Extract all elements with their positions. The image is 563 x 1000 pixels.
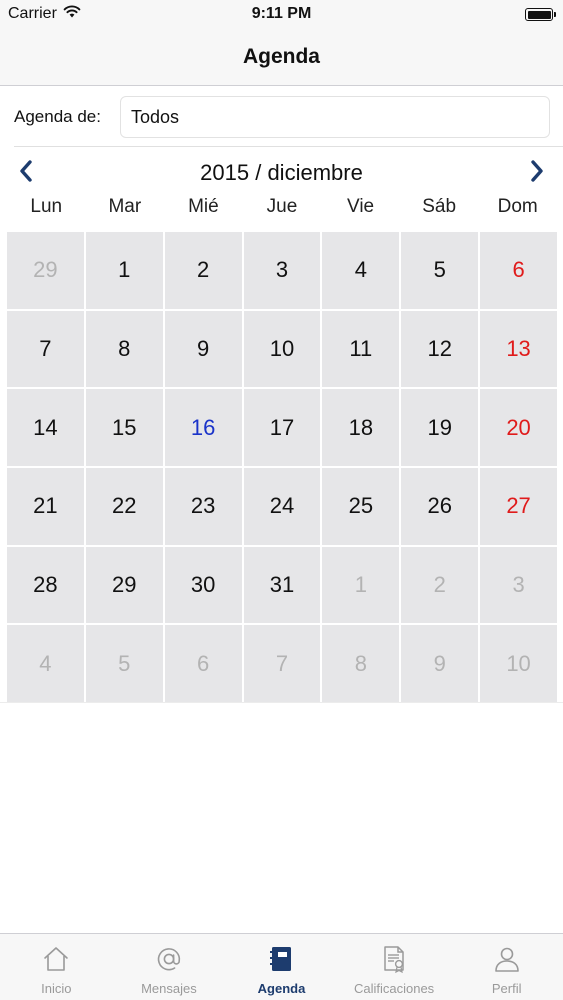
calendar-day[interactable]: 22 — [85, 467, 163, 545]
battery-icon — [525, 8, 556, 21]
calendar-day-other-month[interactable]: 29 — [7, 232, 84, 309]
tab-label: Calificaciones — [353, 981, 435, 996]
tab-bar: Inicio Mensajes Agenda Calificaciones Pe… — [0, 933, 563, 1000]
page-title: Agenda — [242, 45, 320, 68]
calendar-day-sunday[interactable]: 6 — [480, 232, 557, 309]
tab-label: Agenda — [257, 981, 306, 996]
weekday-label: Mar — [108, 196, 142, 217]
calendar-day[interactable]: 3 — [243, 232, 321, 309]
calendar-day[interactable]: 9 — [164, 310, 242, 388]
calendar-day-other-month[interactable]: 8 — [322, 625, 400, 702]
calendar-day-other-month[interactable]: 7 — [243, 625, 321, 702]
calendar-day-sunday[interactable]: 20 — [480, 389, 557, 466]
calendar-day-sunday[interactable]: 13 — [480, 310, 557, 388]
calendar-day[interactable]: 4 — [322, 232, 400, 309]
tab-label: Mensajes — [141, 981, 197, 996]
calendar-day-other-month[interactable]: 5 — [85, 625, 163, 702]
calendar-day[interactable]: 14 — [7, 389, 84, 466]
at-icon — [153, 943, 185, 975]
calendar-grid: 29 1 2 3 4 5 6 7 8 9 10 11 12 13 14 15 1… — [7, 232, 557, 702]
calendar-day[interactable]: 31 — [243, 546, 321, 624]
divider — [14, 146, 563, 147]
weekday-label: Dom — [497, 196, 538, 217]
tab-inicio[interactable]: Inicio — [0, 934, 113, 1000]
status-time: 9:11 PM — [251, 5, 312, 22]
calendar-day[interactable]: 25 — [322, 467, 400, 545]
weekday-label: Vie — [347, 196, 375, 217]
calendar-day[interactable]: 24 — [243, 467, 321, 545]
calendar-day[interactable]: 23 — [164, 467, 242, 545]
calendar-day-today[interactable]: 16 — [164, 389, 242, 466]
calendar-day[interactable]: 2 — [164, 232, 242, 309]
calendar-day-other-month[interactable]: 6 — [164, 625, 242, 702]
weekday-label: Jue — [266, 196, 298, 217]
calendar-day[interactable]: 1 — [85, 232, 163, 309]
calendar-day[interactable]: 5 — [401, 232, 479, 309]
calendar-day[interactable]: 28 — [7, 546, 84, 624]
status-bar: Carrier 9:11 PM — [0, 0, 563, 30]
certificate-icon — [378, 943, 410, 975]
month-header: 2015 / diciembre — [0, 152, 563, 192]
calendar-day[interactable]: 12 — [401, 310, 479, 388]
calendar-day[interactable]: 26 — [401, 467, 479, 545]
calendar-day[interactable]: 10 — [243, 310, 321, 388]
tab-label: Perfil — [491, 981, 522, 996]
tab-agenda[interactable]: Agenda — [225, 934, 338, 1000]
agenda-filter-label: Agenda de: — [14, 107, 101, 126]
tab-label: Inicio — [41, 981, 72, 996]
calendar-day[interactable]: 7 — [7, 310, 84, 388]
next-month-button[interactable] — [519, 156, 555, 190]
calendar-day[interactable]: 19 — [401, 389, 479, 466]
calendar-day[interactable]: 18 — [322, 389, 400, 466]
divider — [0, 702, 563, 703]
calendar-day[interactable]: 8 — [85, 310, 163, 388]
calendar-day[interactable]: 15 — [85, 389, 163, 466]
weekday-label: Mié — [188, 196, 219, 217]
calendar-day-other-month[interactable]: 2 — [401, 546, 479, 624]
calendar-day[interactable]: 21 — [7, 467, 84, 545]
calendar-day-other-month[interactable]: 4 — [7, 625, 84, 702]
calendar-day-other-month[interactable]: 10 — [480, 625, 557, 702]
calendar-day[interactable]: 11 — [322, 310, 400, 388]
agenda-filter: Agenda de: — [0, 96, 563, 138]
weekday-label: Lun — [30, 196, 63, 217]
calendar-day[interactable]: 30 — [164, 546, 242, 624]
home-icon — [40, 943, 72, 975]
calendar-day[interactable]: 29 — [85, 546, 163, 624]
user-icon — [491, 943, 523, 975]
tab-mensajes[interactable]: Mensajes — [113, 934, 226, 1000]
agenda-filter-input[interactable] — [120, 96, 550, 138]
navigation-bar: Agenda — [0, 30, 563, 86]
weekday-label: Sáb — [422, 196, 457, 217]
notebook-icon — [265, 943, 297, 975]
chevron-right-icon — [529, 159, 545, 188]
calendar-day-sunday[interactable]: 27 — [480, 467, 557, 545]
calendar-day-other-month[interactable]: 1 — [322, 546, 400, 624]
calendar-day-other-month[interactable]: 9 — [401, 625, 479, 702]
calendar-day[interactable]: 17 — [243, 389, 321, 466]
tab-calificaciones[interactable]: Calificaciones — [338, 934, 451, 1000]
month-title: 2015 / diciembre — [200, 160, 363, 185]
weekday-header: Lun Mar Mié Jue Vie Sáb Dom — [7, 196, 557, 226]
calendar-day-other-month[interactable]: 3 — [480, 546, 557, 624]
tab-perfil[interactable]: Perfil — [450, 934, 563, 1000]
